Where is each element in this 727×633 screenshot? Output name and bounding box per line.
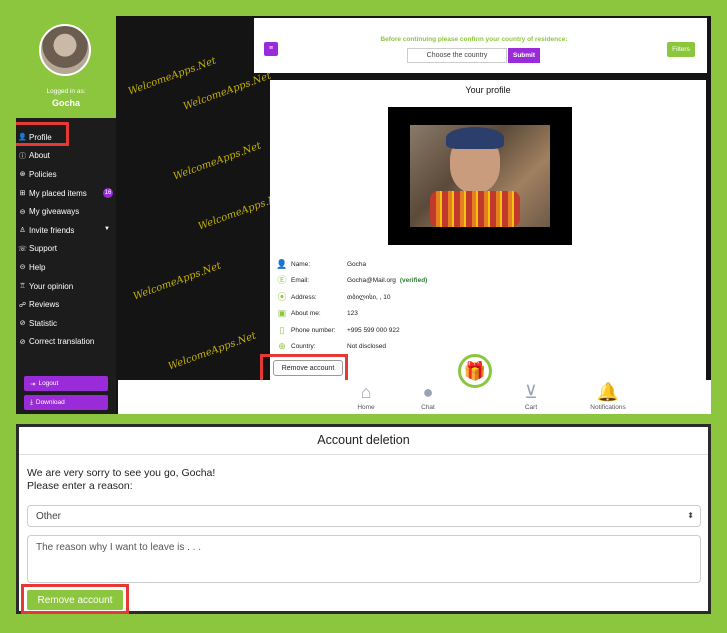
sidebar-item-label: Your opinion: [29, 281, 74, 291]
profile-row-email: Ⓔ Email: Gocha@Mail.org (verified): [277, 275, 428, 286]
invite-icon: ♙: [19, 227, 26, 235]
page-title: Your profile: [465, 85, 511, 95]
sidebar-item-label: About: [29, 151, 50, 161]
sidebar-item-label: My placed items: [29, 188, 87, 198]
policy-icon: ⊛: [19, 171, 26, 179]
watermark: WelcomeApps.Net: [166, 330, 258, 373]
phone-icon: ▯: [279, 324, 285, 335]
watermark: WelcomeApps.Net: [126, 55, 218, 98]
nav-cart[interactable]: ⊻ Cart: [501, 380, 561, 411]
sidebar-menu: 👤 Profile ⓘ About ⊛ Policies ⊞ My placed ite…: [16, 128, 116, 351]
sidebar-item-reviews[interactable]: ☍ Reviews: [16, 295, 116, 314]
location-icon: ⦿: [277, 291, 287, 302]
info-icon: ⓘ: [19, 152, 26, 160]
profile-row-name: 👤 Name: Gocha: [276, 258, 367, 269]
chevron-down-icon: ▼: [104, 225, 110, 232]
sidebar-item-your-opinion[interactable]: ♖ Your opinion: [16, 277, 116, 296]
reason-select[interactable]: Other ⬍: [27, 505, 701, 527]
profile-highlight-box: [16, 122, 69, 146]
sidebar-item-my-placed-items[interactable]: ⊞ My placed items 16: [16, 184, 116, 203]
profile-row-about: ▣ About me: 123: [277, 308, 358, 319]
menu-toggle-icon[interactable]: ≡: [264, 42, 278, 56]
logout-icon: ⇥: [30, 380, 36, 388]
chat-icon: ●: [422, 382, 434, 402]
sidebar-item-policies[interactable]: ⊛ Policies: [16, 165, 116, 184]
logout-button[interactable]: ⇥ Logout: [24, 376, 108, 391]
cart-icon: ⊻: [524, 382, 538, 402]
sidebar-item-statistic[interactable]: ⊘ Statistic: [16, 314, 116, 333]
sidebar-item-label: Invite friends: [29, 225, 75, 235]
select-arrows-icon: ⬍: [687, 511, 694, 520]
gift-icon[interactable]: 🎁: [458, 354, 492, 388]
translation-icon: ⊘: [19, 338, 26, 346]
sidebar-item-label: Reviews: [29, 300, 60, 310]
divider: [19, 454, 708, 455]
profile-row-address: ⦿ Address: თბილისი, , 10: [277, 291, 391, 302]
dialog-title: Account deletion: [317, 433, 410, 447]
watermark: WelcomeApps.Net: [131, 260, 223, 303]
sidebar-item-about[interactable]: ⓘ About: [16, 147, 116, 166]
sidebar-item-my-giveaways[interactable]: ⊖ My giveaways: [16, 202, 116, 221]
sidebar-item-label: Help: [29, 262, 46, 272]
help-icon: ⊝: [19, 264, 26, 272]
person-icon: 👤: [276, 258, 288, 269]
profile-info: 👤 Name: Gocha Ⓔ Email: Gocha@Mail.org (verifi…: [276, 256, 427, 355]
bottom-nav: 🎁 ⌂ Home ● Chat ⊻ Cart 🔔 Notifications: [118, 354, 711, 414]
sidebar-item-label: Correct translation: [29, 337, 95, 347]
about-icon: ▣: [277, 308, 287, 319]
watermark: WelcomeApps.Net: [181, 70, 273, 113]
country-filter-bar: ≡ Before continuing please confirm your …: [254, 18, 707, 73]
country-select[interactable]: Choose the country: [407, 48, 507, 63]
sidebar-item-help[interactable]: ⊝ Help: [16, 258, 116, 277]
download-icon: ⤓: [30, 398, 33, 406]
confirm-highlight-box: [21, 584, 129, 614]
watermark: WelcomeApps.Net: [171, 140, 263, 183]
download-button[interactable]: ⤓ Download: [24, 395, 108, 410]
items-count-badge: 16: [103, 187, 113, 198]
email-icon: Ⓔ: [277, 275, 287, 286]
profile-row-country: ⊕ Country: Not disclosed: [276, 339, 427, 356]
home-icon: ⌂: [360, 382, 372, 402]
sidebar: Logged in as: Gocha 👤 Profile ⓘ About ⊛ Pol…: [16, 16, 116, 414]
sidebar-item-invite-friends[interactable]: ♙ Invite friends ▼: [16, 221, 116, 240]
sidebar-item-support[interactable]: ☏ Support: [16, 240, 116, 259]
items-icon: ⊞: [19, 190, 26, 198]
support-icon: ☏: [18, 245, 27, 253]
nav-chat[interactable]: ● Chat: [398, 380, 458, 411]
sidebar-item-label: Support: [29, 244, 58, 254]
username: Gocha: [51, 98, 80, 108]
sidebar-item-label: My giveaways: [29, 207, 80, 217]
sidebar-item-label: Statistic: [29, 318, 58, 328]
avatar[interactable]: [39, 24, 91, 76]
profile-photo: [388, 107, 572, 245]
bell-icon: 🔔: [596, 382, 620, 402]
sidebar-item-label: Policies: [29, 169, 57, 179]
opinion-icon: ♖: [19, 283, 26, 291]
profile-panel: Your profile 👤 Name: Gocha Ⓔ Email: Gocha@Ma…: [270, 80, 706, 380]
globe-icon: ⊕: [278, 341, 286, 352]
nav-home[interactable]: ⌂ Home: [336, 380, 396, 411]
dialog-message: We are very sorry to see you go, Gocha! …: [27, 467, 216, 492]
filters-button[interactable]: Filters: [667, 42, 695, 57]
verified-badge: (verified): [399, 277, 428, 285]
app-screenshot: WelcomeApps.Net WelcomeApps.Net WelcomeA…: [16, 16, 711, 414]
giveaway-icon: ⊖: [19, 208, 26, 216]
sidebar-item-correct-translation[interactable]: ⊘ Correct translation: [16, 333, 116, 352]
account-deletion-dialog: Account deletion We are very sorry to se…: [16, 424, 711, 614]
nav-notifications[interactable]: 🔔 Notifications: [578, 380, 638, 411]
submit-button[interactable]: Submit: [508, 48, 540, 63]
statistic-icon: ⊘: [19, 320, 26, 328]
reason-textarea[interactable]: The reason why I want to leave is . . .: [27, 535, 701, 583]
logged-in-label: Logged in as:: [46, 88, 86, 95]
user-header: Logged in as: Gocha: [16, 16, 116, 118]
profile-row-phone: ▯ Phone number: +995 599 000 922: [276, 322, 427, 339]
reviews-icon: ☍: [18, 301, 27, 309]
country-confirm-text: Before continuing please confirm your co…: [380, 36, 568, 43]
